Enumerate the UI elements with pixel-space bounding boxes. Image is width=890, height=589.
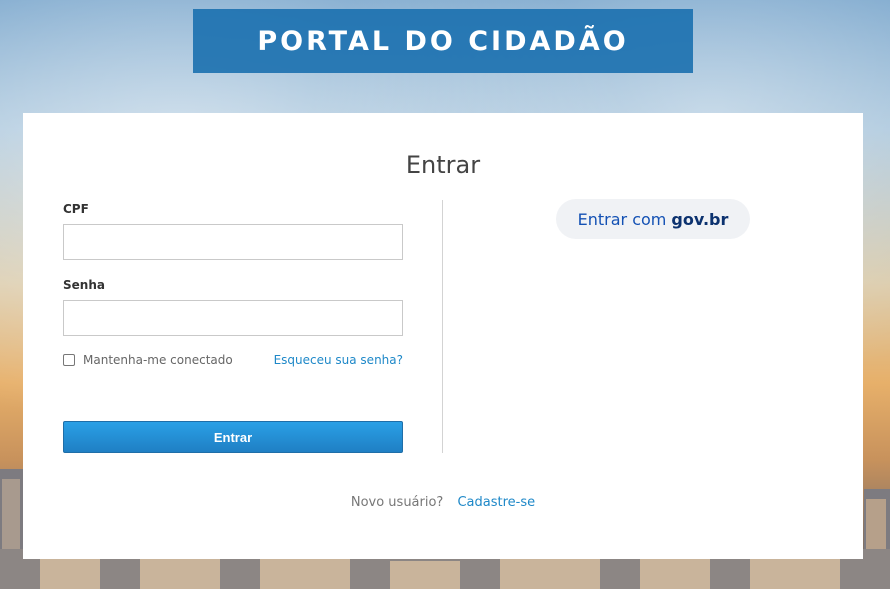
portal-title: PORTAL DO CIDADÃO bbox=[257, 25, 629, 57]
login-title: Entrar bbox=[405, 151, 481, 179]
password-label: Senha bbox=[63, 278, 105, 292]
cpf-label: CPF bbox=[63, 202, 89, 216]
govbr-login-label: Entrar com bbox=[577, 209, 667, 229]
forgot-password-link[interactable]: Esqueceu sua senha? bbox=[274, 353, 403, 367]
section-divider bbox=[442, 200, 443, 453]
remember-me-checkbox[interactable] bbox=[63, 354, 75, 366]
cpf-input[interactable] bbox=[63, 224, 403, 260]
govbr-brand-label: gov.br bbox=[671, 209, 729, 229]
govbr-login-button[interactable]: Entrar com gov.br bbox=[556, 199, 750, 239]
signup-link[interactable]: Cadastre-se bbox=[457, 495, 535, 510]
signup-row: Novo usuário? Cadastre-se bbox=[23, 495, 863, 510]
password-input[interactable] bbox=[63, 300, 403, 336]
login-card: Entrar CPF Senha Mantenha-me conectado E… bbox=[23, 113, 863, 559]
portal-header-banner: PORTAL DO CIDADÃO bbox=[193, 9, 693, 73]
remember-me-label: Mantenha-me conectado bbox=[83, 353, 233, 367]
new-user-prompt: Novo usuário? bbox=[350, 495, 444, 510]
login-submit-button[interactable]: Entrar bbox=[63, 421, 403, 453]
remember-me-control[interactable]: Mantenha-me conectado bbox=[63, 353, 233, 367]
